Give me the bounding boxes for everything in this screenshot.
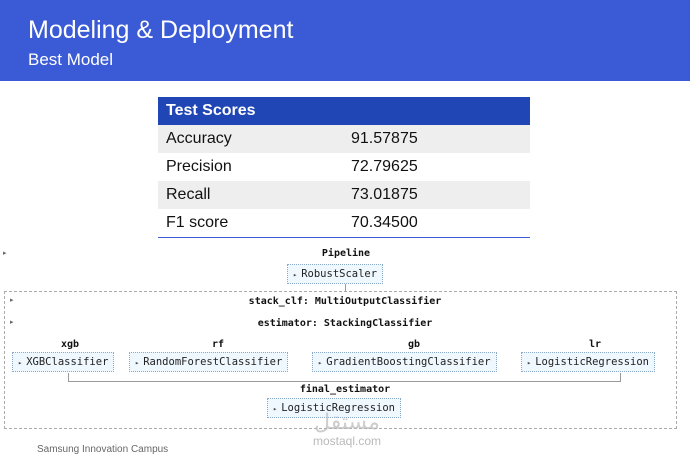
final-estimator-label: final_estimator — [299, 384, 391, 395]
stack-clf-label: stack_clf: MultiOutputClassifier — [248, 296, 442, 307]
expand-arrow-icon[interactable]: ▸ — [10, 296, 14, 304]
slide-header: Modeling & Deployment Best Model — [0, 0, 690, 81]
table-row: Accuracy 91.57875 — [158, 125, 530, 153]
expand-triangle-icon: ▸ — [318, 359, 323, 367]
table-header: Test Scores — [158, 97, 530, 125]
test-scores-table: Test Scores Accuracy 91.57875 Precision … — [158, 97, 530, 238]
connector-line — [345, 284, 346, 291]
estimator-model: LogisticRegression — [535, 356, 650, 368]
estimator-box-lr[interactable]: ▸ LogisticRegression — [521, 352, 656, 372]
watermark-latin: mostaql.com — [312, 434, 382, 448]
pipeline-label: Pipeline — [321, 248, 371, 259]
estimator-box-rf[interactable]: ▸ RandomForestClassifier — [129, 352, 289, 372]
estimator-box-xgb[interactable]: ▸ XGBClassifier — [12, 352, 115, 372]
expand-triangle-icon: ▸ — [293, 271, 298, 279]
expand-triangle-icon: ▸ — [273, 405, 278, 413]
footer-text: Samsung Innovation Campus — [37, 444, 169, 455]
metric-name: Precision — [158, 153, 351, 181]
table-row: Precision 72.79625 — [158, 153, 530, 181]
metric-value: 91.57875 — [351, 125, 530, 153]
estimator-name: rf — [211, 339, 225, 350]
watermark-arabic: مستقل — [314, 410, 380, 435]
estimator-name: xgb — [60, 339, 80, 350]
robust-scaler-box[interactable]: ▸ RobustScaler — [287, 264, 384, 284]
table-header-row: Test Scores — [158, 97, 530, 125]
estimator-model: RandomForestClassifier — [143, 356, 283, 368]
expand-triangle-icon: ▸ — [135, 359, 140, 367]
metric-value: 70.34500 — [351, 209, 530, 238]
watermark-logo: مستقل mostaql.com — [302, 410, 392, 448]
slide-title: Modeling & Deployment — [28, 16, 294, 44]
table-row: F1 score 70.34500 — [158, 209, 530, 238]
estimator-label: estimator: StackingClassifier — [257, 318, 433, 329]
estimator-model: XGBClassifier — [26, 356, 109, 368]
metric-name: Recall — [158, 181, 351, 209]
metric-name: Accuracy — [158, 125, 351, 153]
connector-line — [68, 381, 621, 382]
metric-value: 72.79625 — [351, 153, 530, 181]
estimator-name: gb — [407, 339, 421, 350]
expand-arrow-icon[interactable]: ▸ — [3, 249, 7, 257]
table-row: Recall 73.01875 — [158, 181, 530, 209]
expand-triangle-icon: ▸ — [527, 359, 532, 367]
metric-name: F1 score — [158, 209, 351, 238]
estimator-name: lr — [588, 339, 602, 350]
connector-line — [68, 373, 69, 381]
estimator-box-gb[interactable]: ▸ GradientBoostingClassifier — [312, 352, 497, 372]
estimator-model: GradientBoostingClassifier — [326, 356, 491, 368]
slide-subtitle: Best Model — [28, 50, 114, 69]
expand-arrow-icon[interactable]: ▸ — [10, 318, 14, 326]
connector-line — [620, 373, 621, 381]
expand-triangle-icon: ▸ — [18, 359, 23, 367]
metric-value: 73.01875 — [351, 181, 530, 209]
robust-scaler-label: RobustScaler — [301, 268, 378, 280]
